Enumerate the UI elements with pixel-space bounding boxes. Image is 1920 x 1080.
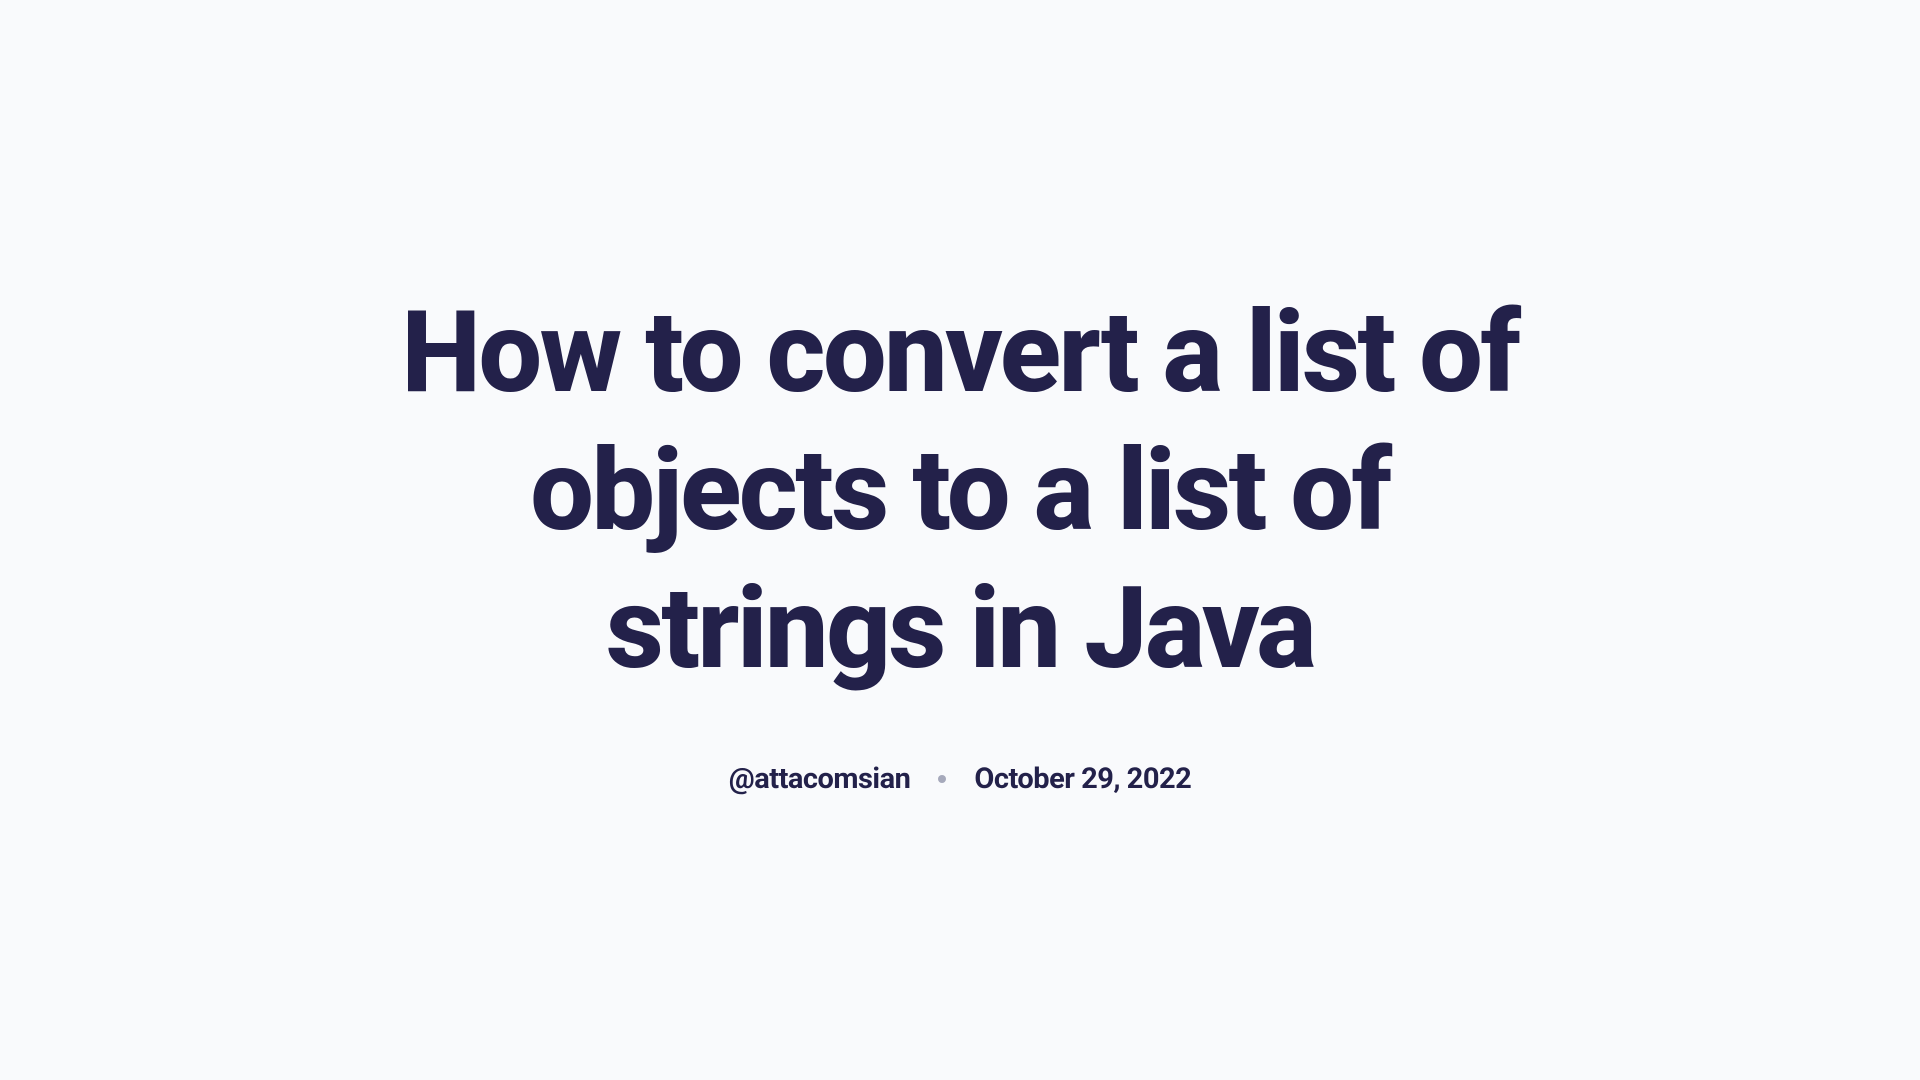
article-title: How to convert a list of objects to a li… — [350, 284, 1570, 698]
bullet-separator-icon — [938, 775, 946, 783]
article-header: How to convert a list of objects to a li… — [310, 284, 1610, 796]
article-author[interactable]: @attacomsian — [729, 762, 911, 796]
article-meta: @attacomsian October 29, 2022 — [729, 762, 1192, 796]
article-date: October 29, 2022 — [974, 762, 1191, 796]
